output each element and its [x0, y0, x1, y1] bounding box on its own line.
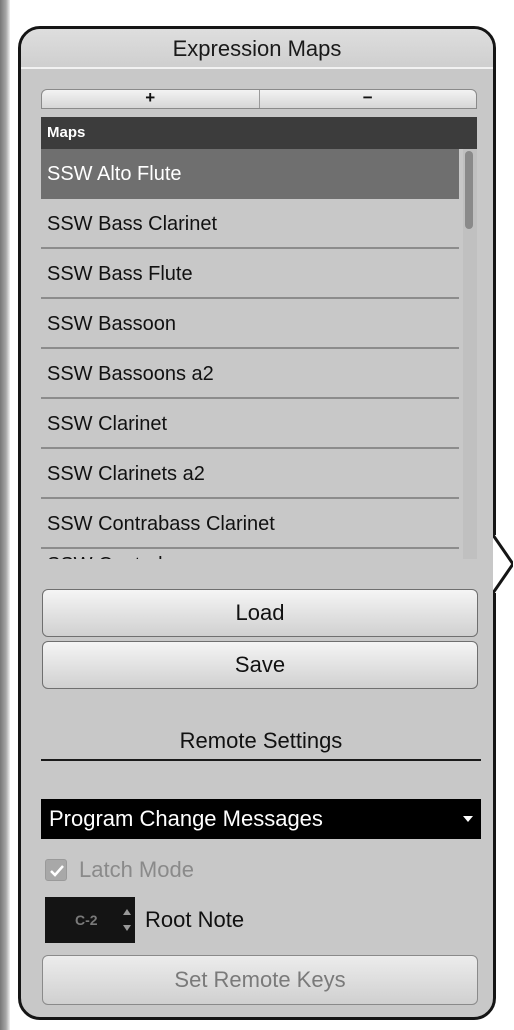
root-note-value: C-2: [75, 912, 98, 928]
root-note-label: Root Note: [145, 907, 245, 932]
list-item[interactable]: SSW Bassoons a2: [41, 349, 459, 399]
panel-notch: [493, 535, 513, 593]
list-item[interactable]: SSW Clarinet: [41, 399, 459, 449]
list-item[interactable]: SSW Contrabass Clarinet: [41, 499, 459, 549]
list-item[interactable]: SSW Contrab...: [41, 549, 459, 559]
remove-map-button[interactable]: −: [258, 89, 477, 108]
expression-maps-panel: Expression Maps + − Maps SSW Alto Flute …: [18, 26, 496, 1020]
window-left-edge: [0, 0, 10, 1030]
set-remote-keys-button[interactable]: Set Remote Keys: [42, 955, 478, 1005]
root-note-stepper[interactable]: C-2: [45, 897, 135, 943]
remote-mode-dropdown[interactable]: Program Change Messages: [41, 799, 481, 839]
root-note-row: C-2 Root Note: [45, 897, 244, 943]
stepper-down-icon[interactable]: [123, 925, 131, 931]
maps-list[interactable]: SSW Alto Flute SSW Bass Clarinet SSW Bas…: [41, 149, 477, 559]
list-item[interactable]: SSW Bass Flute: [41, 249, 459, 299]
remote-settings-title: Remote Settings: [41, 721, 481, 761]
dropdown-arrow-icon: [463, 816, 473, 822]
list-item[interactable]: SSW Bassoon: [41, 299, 459, 349]
latch-mode-checkbox[interactable]: [45, 859, 67, 881]
latch-mode-row: Latch Mode: [45, 855, 194, 885]
maps-list-header: Maps: [41, 117, 477, 149]
remote-mode-value: Program Change Messages: [49, 806, 323, 831]
list-item[interactable]: SSW Alto Flute: [41, 149, 459, 199]
list-item[interactable]: SSW Clarinets a2: [41, 449, 459, 499]
maps-scrollbar[interactable]: [463, 149, 477, 559]
list-item[interactable]: SSW Bass Clarinet: [41, 199, 459, 249]
load-button[interactable]: Load: [42, 589, 478, 637]
add-map-button[interactable]: +: [42, 89, 259, 108]
save-button[interactable]: Save: [42, 641, 478, 689]
checkmark-icon: [50, 865, 64, 877]
window: Expression Maps + − Maps SSW Alto Flute …: [0, 0, 514, 1030]
add-remove-toolbar: + −: [41, 89, 477, 109]
panel-title: Expression Maps: [21, 29, 493, 69]
latch-mode-label: Latch Mode: [79, 857, 194, 882]
stepper-up-icon[interactable]: [123, 909, 131, 915]
scrollbar-thumb[interactable]: [465, 151, 473, 229]
